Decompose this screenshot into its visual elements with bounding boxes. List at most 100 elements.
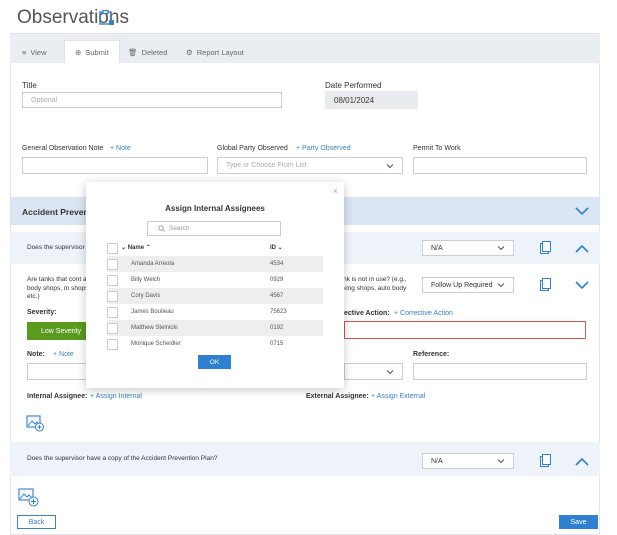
add-note-link[interactable]: + Note: [110, 145, 131, 152]
row-id: 4567: [270, 293, 284, 299]
external-assignee-label: External Assignee:: [306, 393, 369, 400]
back-button[interactable]: Back: [17, 515, 56, 529]
chevron-down-icon: ⌄: [121, 245, 128, 251]
corrective-action-label: ective Action:: [344, 310, 390, 317]
search-icon: [158, 225, 165, 232]
permit-label: Permit To Work: [413, 145, 461, 152]
add-party-link[interactable]: + Party Observed: [296, 145, 351, 152]
party-select[interactable]: Type or Choose From List: [217, 157, 403, 174]
list-icon: ≡: [22, 48, 27, 57]
row-name: Amanda Arreola: [131, 261, 175, 267]
question-text-continued: nk is not in use? (e.g., king shops, aut…: [343, 276, 407, 292]
table-row[interactable]: Cory Davis 4567: [107, 288, 323, 304]
global-party-label: Global Party Observed: [217, 145, 288, 152]
question-text: Does the supervisor: [27, 244, 85, 251]
column-header-name[interactable]: ⌄ Name ⌃: [121, 244, 151, 251]
question-text: Does the supervisor have a copy of the A…: [27, 455, 218, 462]
row-checkbox[interactable]: [107, 323, 118, 334]
answer-select[interactable]: Follow Up Required: [422, 277, 514, 293]
row-checkbox[interactable]: [107, 339, 118, 350]
row-name: Cory Davis: [131, 293, 161, 299]
row-id: 75623: [270, 309, 287, 315]
reference-label: Reference:: [413, 351, 450, 358]
gear-icon: ⚙: [186, 48, 193, 57]
date-label: Date Performed: [325, 81, 382, 90]
answer-value: N/A: [431, 244, 443, 252]
tab-view[interactable]: ≡ View: [12, 42, 57, 63]
severity-label: Severity:: [27, 309, 57, 316]
plus-circle-icon: ⊕: [75, 47, 82, 57]
severity-button[interactable]: Low Severity: [27, 322, 87, 340]
tab-label: Submit: [85, 47, 109, 57]
column-label: ID: [270, 245, 276, 251]
tab-deleted[interactable]: 🗑︎ Deleted: [118, 42, 177, 63]
row-checkbox[interactable]: [107, 275, 118, 286]
table-row[interactable]: Amanda Arreola 4534: [107, 256, 323, 272]
column-header-id[interactable]: ID ⌄: [270, 244, 283, 251]
assign-internal-modal: × Assign Internal Assignees Search ⌄ Nam…: [86, 182, 344, 388]
answer-select[interactable]: N/A: [422, 453, 514, 469]
clipboard-icon[interactable]: [98, 9, 116, 27]
copy-icon[interactable]: [540, 241, 551, 254]
assign-external-link[interactable]: + Assign External: [371, 393, 425, 400]
internal-assignee-label: Internal Assignee:: [27, 393, 88, 400]
close-icon[interactable]: ×: [333, 186, 338, 196]
date-field[interactable]: 08/01/2024: [325, 91, 418, 109]
sort-asc-icon: ⌃: [145, 245, 151, 251]
add-corrective-action-link[interactable]: + Corrective Action: [394, 310, 453, 317]
add-image-icon[interactable]: [26, 414, 45, 432]
row-id: 0715: [270, 341, 284, 347]
note-input[interactable]: [27, 363, 87, 380]
general-note-input[interactable]: [22, 157, 208, 174]
copy-icon[interactable]: [540, 454, 551, 467]
table-row[interactable]: Billy Welch 0929: [107, 272, 323, 288]
chevron-down-icon[interactable]: [575, 207, 589, 216]
modal-title: Assign Internal Assignees: [165, 204, 265, 213]
answer-select[interactable]: N/A: [422, 240, 514, 256]
row-name: James Bouileau: [131, 309, 174, 315]
row-id: 4534: [270, 261, 284, 267]
assign-internal-link[interactable]: + Assign Internal: [90, 393, 142, 400]
answer-value: Follow Up Required: [431, 281, 493, 289]
reference-input[interactable]: [413, 363, 587, 380]
ok-button[interactable]: OK: [198, 355, 231, 369]
title-input[interactable]: Optional: [22, 92, 282, 108]
add-image-icon[interactable]: [18, 488, 40, 508]
title-label: Title: [22, 81, 37, 90]
chevron-up-icon[interactable]: [575, 244, 589, 253]
chevron-down-icon: [497, 246, 505, 251]
chevron-down-icon: ⌄: [277, 245, 283, 251]
party-placeholder: Type or Choose From List: [226, 162, 307, 169]
chevron-up-icon[interactable]: [575, 457, 589, 466]
select-all-checkbox[interactable]: [107, 243, 118, 254]
search-input[interactable]: Search: [147, 221, 281, 236]
general-note-label: General Observation Note: [22, 145, 104, 152]
chevron-down-icon: [386, 163, 394, 168]
tab-label: View: [30, 48, 47, 57]
tab-report-layout[interactable]: ⚙ Report Layout: [176, 42, 254, 63]
row-id: 0192: [270, 325, 284, 331]
answer-value: N/A: [431, 457, 443, 465]
table-row[interactable]: James Bouileau 75623: [107, 304, 323, 320]
row-checkbox[interactable]: [107, 291, 118, 302]
row-checkbox[interactable]: [107, 259, 118, 270]
reference-select[interactable]: [344, 363, 403, 380]
table-row[interactable]: Monique Scheidler 0715: [107, 336, 323, 352]
trash-icon: 🗑︎: [128, 48, 138, 57]
copy-icon[interactable]: [540, 278, 551, 291]
row-name: Matthew Stelnicki: [131, 325, 178, 331]
row-checkbox[interactable]: [107, 307, 118, 318]
tab-label: Report Layout: [196, 48, 244, 57]
table-row[interactable]: Matthew Stelnicki 0192: [107, 320, 323, 336]
tab-submit[interactable]: ⊕ Submit: [64, 40, 120, 63]
section-title: Accident Prevent: [22, 207, 92, 217]
corrective-action-input[interactable]: [344, 321, 586, 339]
column-label: Name: [127, 245, 145, 251]
chevron-down-icon[interactable]: [575, 281, 589, 290]
tab-label: Deleted: [141, 48, 168, 57]
note-label: Note:: [27, 351, 45, 358]
add-note-link[interactable]: + Note: [53, 351, 74, 358]
permit-input[interactable]: [413, 157, 587, 174]
row-id: 0929: [270, 277, 284, 283]
save-button[interactable]: Save: [559, 515, 598, 529]
